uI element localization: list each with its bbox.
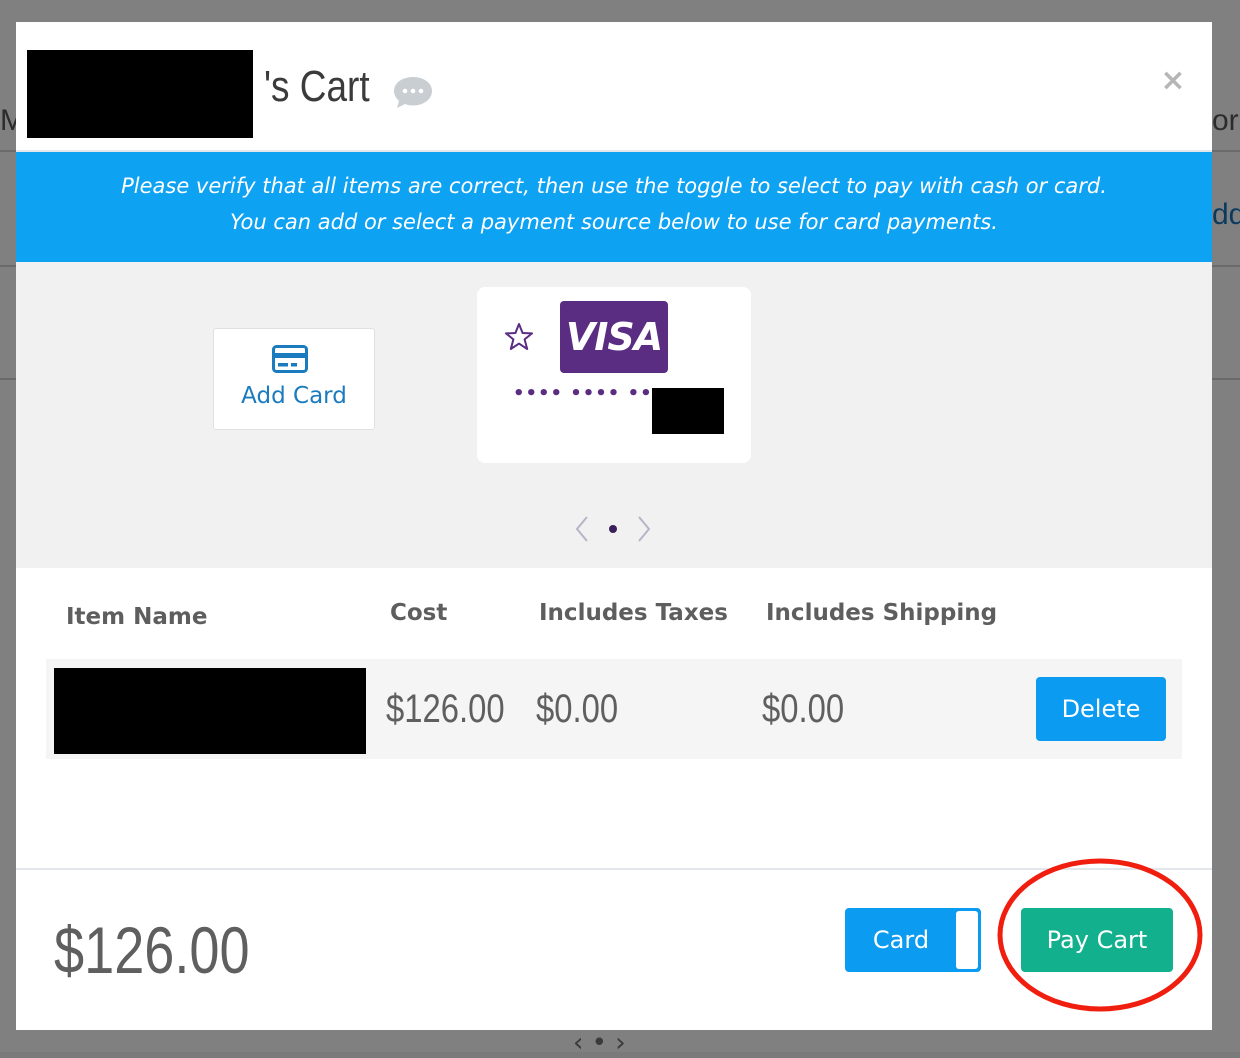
star-outline-icon[interactable] bbox=[503, 321, 535, 353]
cart-modal: 's Cart × Please verify that all items a… bbox=[16, 22, 1212, 1030]
column-header-taxes: Includes Taxes bbox=[539, 600, 728, 626]
payment-method-toggle[interactable]: Card bbox=[845, 908, 981, 972]
carousel-nav bbox=[572, 514, 656, 544]
credit-card-icon bbox=[272, 345, 308, 373]
background-divider bbox=[1212, 150, 1240, 152]
redacted-item-name bbox=[54, 668, 366, 754]
background-divider bbox=[0, 150, 16, 152]
cart-items-table: Item Name Cost Includes Taxes Includes S… bbox=[16, 568, 1212, 868]
column-header-shipping: Includes Shipping bbox=[766, 600, 998, 626]
cart-total: $126.00 bbox=[54, 913, 250, 987]
modal-footer: $126.00 Card Pay Cart bbox=[16, 868, 1212, 1030]
table-row: $126.00 $0.00 $0.00 Delete bbox=[46, 659, 1182, 759]
info-banner: Please verify that all items are correct… bbox=[16, 152, 1212, 262]
chevron-left-icon[interactable] bbox=[572, 514, 592, 544]
chevron-right-icon[interactable] bbox=[634, 514, 654, 544]
banner-line-1: Please verify that all items are correct… bbox=[121, 174, 1107, 198]
chat-bubble-icon[interactable] bbox=[392, 74, 434, 110]
background-divider bbox=[1212, 378, 1240, 380]
background-divider bbox=[0, 378, 16, 380]
payment-sources: Add Card VISA •••• •••• •••• bbox=[16, 262, 1212, 568]
redacted-customer-name bbox=[27, 50, 253, 138]
item-taxes: $0.00 bbox=[536, 687, 619, 731]
background-text: or bbox=[1212, 104, 1239, 137]
background-divider bbox=[0, 265, 16, 267]
banner-line-2: You can add or select a payment source b… bbox=[230, 210, 998, 234]
pay-cart-button[interactable]: Pay Cart bbox=[1021, 908, 1173, 972]
toggle-label: Card bbox=[872, 926, 930, 954]
add-card-label: Add Card bbox=[241, 383, 347, 409]
background-carousel-pager: ‹ • › bbox=[573, 1028, 626, 1058]
saved-card[interactable]: VISA •••• •••• •••• bbox=[477, 287, 751, 463]
add-card-button[interactable]: Add Card bbox=[213, 328, 375, 430]
item-shipping: $0.00 bbox=[762, 687, 845, 731]
delete-button[interactable]: Delete bbox=[1036, 677, 1166, 741]
cart-title: 's Cart bbox=[264, 62, 370, 111]
background-divider bbox=[1212, 265, 1240, 267]
column-header-cost: Cost bbox=[390, 600, 448, 626]
close-button[interactable]: × bbox=[1160, 66, 1186, 96]
toggle-knob bbox=[956, 911, 978, 969]
redacted-card-last-digits bbox=[652, 388, 724, 434]
item-cost: $126.00 bbox=[386, 687, 505, 731]
background-text: ddl bbox=[1212, 198, 1240, 231]
carousel-dot[interactable] bbox=[609, 525, 617, 533]
modal-header: 's Cart × bbox=[16, 22, 1212, 152]
visa-logo: VISA bbox=[560, 301, 668, 373]
column-header-item-name: Item Name bbox=[66, 604, 208, 630]
